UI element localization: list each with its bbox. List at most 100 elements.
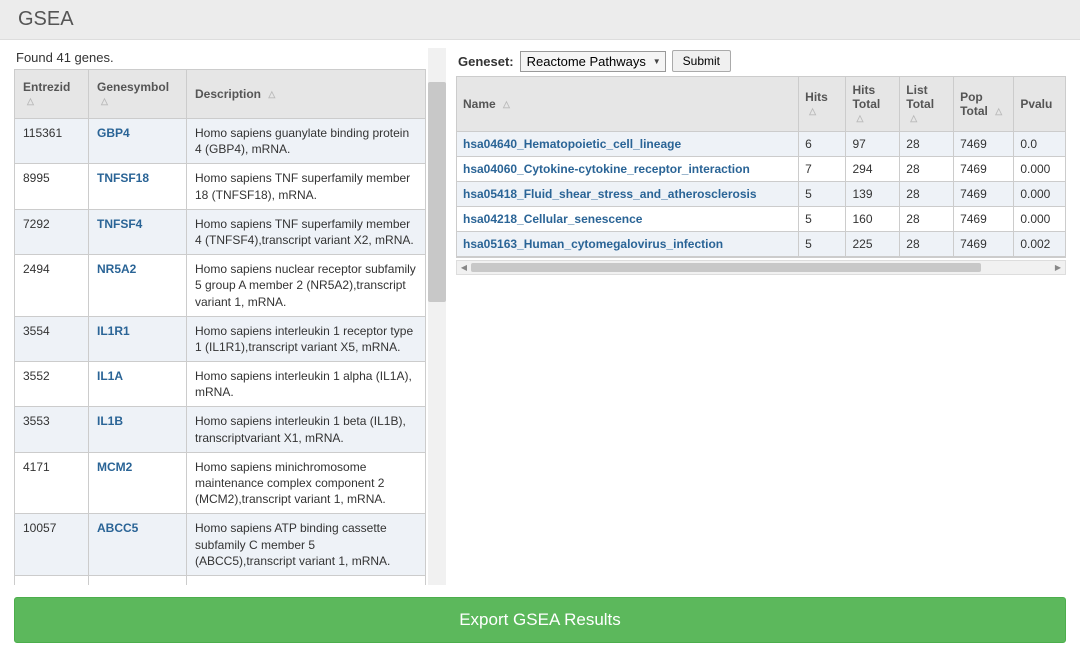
sort-icon: △ [809,106,816,117]
cell-pop-total: 7469 [954,132,1014,157]
sort-icon: △ [101,96,108,107]
gene-link[interactable]: MCM2 [97,460,132,474]
col-genesymbol-label: Genesymbol [97,80,169,94]
table-row: 200879 LIPH Homo sapiens lipase H (LIPH), … [15,575,426,585]
col-description[interactable]: Description △ [187,70,426,119]
cell-hits: 7 [799,157,846,182]
cell-hits-total: 139 [846,182,900,207]
table-row: 4171 MCM2 Homo sapiens minichromosome main… [15,452,426,514]
cell-entrezid: 3553 [15,407,89,452]
cell-pvalue: 0.000 [1014,207,1066,232]
table-row: 3553 IL1B Homo sapiens interleukin 1 beta … [15,407,426,452]
col-hits-total[interactable]: Hits Total △ [846,77,900,132]
col-genesymbol[interactable]: Genesymbol △ [89,70,187,119]
sort-icon: △ [503,99,510,110]
col-list-total[interactable]: List Total △ [900,77,954,132]
cell-entrezid: 3552 [15,362,89,407]
cell-entrezid: 115361 [15,119,89,164]
cell-hits-total: 97 [846,132,900,157]
cell-description: Homo sapiens ATP binding cassette subfam… [187,514,426,576]
cell-pvalue: 0.002 [1014,232,1066,257]
pathway-link[interactable]: hsa05163_Human_cytomegalovirus_infection [463,237,723,251]
cell-description: Homo sapiens nuclear receptor subfamily … [187,255,426,317]
cell-list-total: 28 [900,182,954,207]
table-row: hsa05418_Fluid_shear_stress_and_atherosc… [457,182,1066,207]
cell-hits: 5 [799,182,846,207]
cell-description: Homo sapiens guanylate binding protein 4… [187,119,426,164]
cell-pop-total: 7469 [954,232,1014,257]
col-pvalue[interactable]: Pvalu [1014,77,1066,132]
pathways-table: Name △ Hits △ Hits Total △ List Total [456,76,1066,257]
cell-description: Homo sapiens minichromosome maintenance … [187,452,426,514]
cell-hits: 5 [799,207,846,232]
col-entrezid[interactable]: Entrezid △ [15,70,89,119]
scrollbar-thumb[interactable] [428,82,446,302]
cell-hits-total: 160 [846,207,900,232]
main-content: Found 41 genes. Entrezid △ Genesymbol △ [0,40,1080,585]
geneset-label: Geneset: [458,54,514,69]
table-row: 8995TNFSF18Homo sapiens TNF superfamily … [15,164,426,209]
submit-button[interactable]: Submit [672,50,731,72]
col-name[interactable]: Name △ [457,77,799,132]
table-row: hsa04640_Hematopoietic_cell_lineage 69728… [457,132,1066,157]
cell-hits: 6 [799,132,846,157]
pathway-link[interactable]: hsa05418_Fluid_shear_stress_and_atherosc… [463,187,757,201]
pathway-link[interactable]: hsa04060_Cytokine-cytokine_receptor_inte… [463,162,750,176]
pathways-panel: Geneset: Reactome Pathways Submit Name △ [456,48,1066,585]
pathway-link[interactable]: hsa04218_Cellular_senescence [463,212,642,226]
cell-entrezid: 10057 [15,514,89,576]
cell-entrezid: 4171 [15,452,89,514]
cell-description: Homo sapiens interleukin 1 beta (IL1B), … [187,407,426,452]
table-row: 115361 GBP4 Homo sapiens guanylate binding… [15,119,426,164]
gene-link[interactable]: IL1B [97,414,123,428]
cell-pop-total: 7469 [954,157,1014,182]
cell-entrezid: 200879 [15,575,89,585]
export-gsea-button[interactable]: Export GSEA Results [14,597,1066,643]
table-row: hsa04218_Cellular_senescence 51602874690.… [457,207,1066,232]
pathways-hscrollbar[interactable]: ◀ ▶ [456,260,1066,275]
page-title: GSEA [0,0,1080,40]
cell-description: Homo sapiens interleukin 1 receptor type… [187,316,426,361]
col-hits[interactable]: Hits △ [799,77,846,132]
table-row: 2494 NR5A2 Homo sapiens nuclear receptor s… [15,255,426,317]
col-pop-total[interactable]: Pop Total △ [954,77,1014,132]
sort-icon: △ [268,89,275,100]
genes-scrollbar[interactable] [428,48,446,585]
cell-list-total: 28 [900,232,954,257]
gene-link[interactable]: LIPH [97,583,124,585]
table-row: 10057 ABCC5 Homo sapiens ATP binding casse… [15,514,426,576]
gene-link[interactable]: IL1R1 [97,324,130,338]
gene-link[interactable]: IL1A [97,369,123,383]
gene-link[interactable]: GBP4 [97,126,130,140]
gene-link[interactable]: TNFSF18 [97,171,149,185]
cell-description: Homo sapiens lipase H (LIPH), transcript… [187,575,426,585]
cell-pvalue: 0.000 [1014,182,1066,207]
table-row: hsa05163_Human_cytomegalovirus_infection… [457,232,1066,257]
gene-link[interactable]: ABCC5 [97,521,138,535]
cell-list-total: 28 [900,207,954,232]
cell-description: Homo sapiens TNF superfamily member 4 (T… [187,209,426,254]
col-entrezid-label: Entrezid [23,80,70,94]
hscroll-thumb[interactable] [471,263,981,272]
sort-icon: △ [27,96,34,107]
gene-link[interactable]: NR5A2 [97,262,136,276]
cell-pop-total: 7469 [954,207,1014,232]
cell-hits: 5 [799,232,846,257]
footer: Export GSEA Results [0,585,1080,655]
cell-description: Homo sapiens interleukin 1 alpha (IL1A),… [187,362,426,407]
cell-entrezid: 2494 [15,255,89,317]
gene-link[interactable]: TNFSF4 [97,217,142,231]
cell-pvalue: 0.000 [1014,157,1066,182]
cell-pop-total: 7469 [954,182,1014,207]
cell-description: Homo sapiens TNF superfamily member 18 (… [187,164,426,209]
table-row: 3552 IL1A Homo sapiens interleukin 1 alpha… [15,362,426,407]
found-genes-label: Found 41 genes. [16,50,426,65]
pathway-link[interactable]: hsa04640_Hematopoietic_cell_lineage [463,137,681,151]
scroll-left-icon[interactable]: ◀ [457,261,471,274]
cell-entrezid: 3554 [15,316,89,361]
cell-list-total: 28 [900,132,954,157]
scroll-right-icon[interactable]: ▶ [1051,261,1065,274]
geneset-select[interactable]: Reactome Pathways [520,51,666,72]
table-row: 3554 IL1R1 Homo sapiens interleukin 1 rece… [15,316,426,361]
sort-icon: △ [856,113,863,124]
